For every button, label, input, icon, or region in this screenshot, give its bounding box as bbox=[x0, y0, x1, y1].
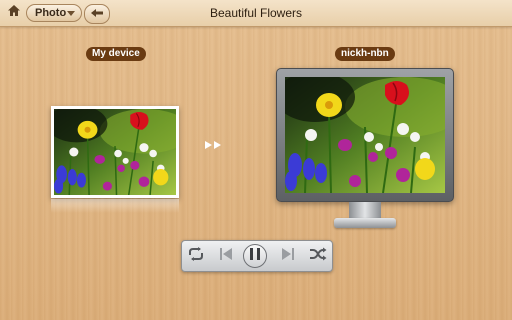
pause-button[interactable] bbox=[243, 244, 267, 268]
flower-photo bbox=[54, 109, 176, 195]
shuffle-icon bbox=[309, 247, 327, 266]
source-device-label: My device bbox=[86, 47, 146, 61]
playback-controls bbox=[181, 240, 333, 272]
double-arrow-right-icon bbox=[204, 137, 224, 149]
pause-icon bbox=[250, 247, 260, 265]
shuffle-button[interactable] bbox=[308, 246, 328, 266]
target-monitor[interactable] bbox=[276, 68, 454, 202]
next-icon bbox=[281, 247, 295, 266]
photo-reflection bbox=[51, 199, 179, 213]
monitor-screen bbox=[285, 77, 445, 193]
page-title: Beautiful Flowers bbox=[209, 6, 303, 20]
source-photo-thumbnail[interactable] bbox=[51, 106, 179, 198]
title-bar: Photo Beautiful Flowers bbox=[0, 0, 512, 27]
monitor-neck bbox=[349, 202, 381, 218]
repeat-button[interactable] bbox=[186, 246, 206, 266]
previous-button[interactable] bbox=[216, 246, 236, 266]
target-device-label: nickh-nbn bbox=[335, 47, 395, 61]
monitor-stand bbox=[334, 218, 396, 228]
previous-icon bbox=[219, 247, 233, 266]
flower-photo bbox=[285, 77, 445, 193]
next-button[interactable] bbox=[278, 246, 298, 266]
repeat-icon bbox=[187, 246, 205, 267]
